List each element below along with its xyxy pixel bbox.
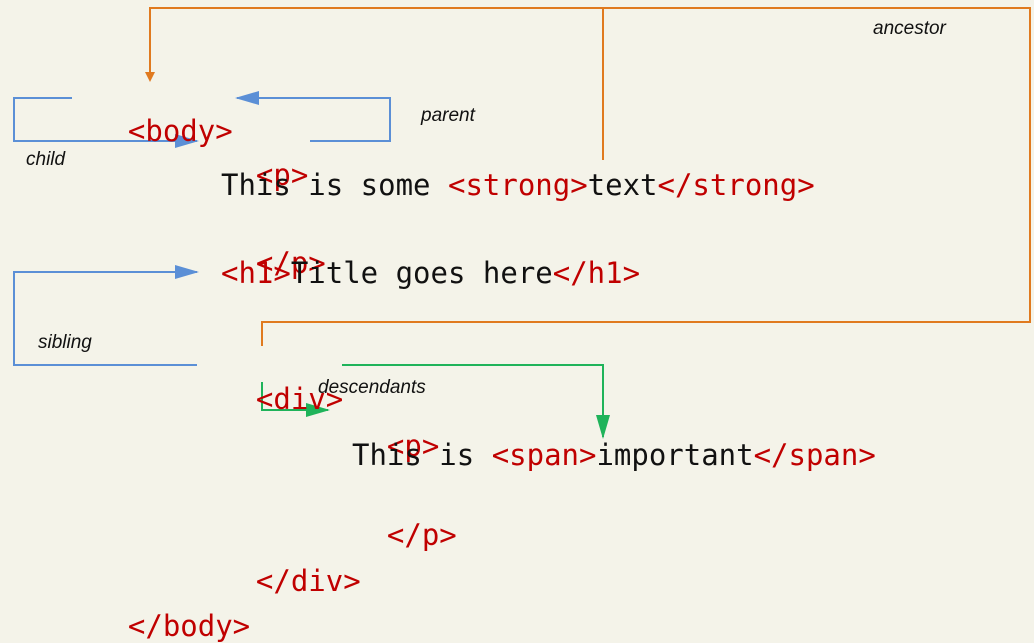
h1-text: Title goes here <box>290 256 553 290</box>
parent-label: parent <box>421 105 475 126</box>
body-open-tag: <body> <box>127 114 233 148</box>
sibling-label: sibling <box>38 332 92 353</box>
span-close-tag: </span> <box>753 438 876 472</box>
code-line-inner-p-close: </p> <box>352 484 457 552</box>
strong-open-tag: <strong> <box>447 168 588 202</box>
span-text: important <box>596 438 754 472</box>
ancestor-label: ancestor <box>873 18 946 39</box>
code-line-h1: <h1>Title goes here</h1> <box>221 256 640 290</box>
child-label: child <box>26 149 66 170</box>
h1-close-tag: </h1> <box>552 256 641 290</box>
code-line-span: This is <span>important</span> <box>352 438 876 472</box>
code-line-body-open: <body> <box>93 80 233 148</box>
div-close-tag: </div> <box>255 564 361 598</box>
descendants-label: descendants <box>318 377 426 398</box>
strong-text: text <box>587 168 658 202</box>
body-close-tag: </body> <box>127 609 251 643</box>
paragraph-text: This is some <box>221 168 448 202</box>
h1-open-tag: <h1> <box>221 256 291 290</box>
strong-close-tag: </strong> <box>657 168 815 202</box>
span-open-tag: <span> <box>491 438 597 472</box>
code-line-body-close: </body> <box>93 575 250 643</box>
inner-paragraph-text: This is <box>352 438 492 472</box>
inner-p-close-tag: </p> <box>386 518 457 552</box>
code-line-strong: This is some <strong>text</strong> <box>221 168 815 202</box>
